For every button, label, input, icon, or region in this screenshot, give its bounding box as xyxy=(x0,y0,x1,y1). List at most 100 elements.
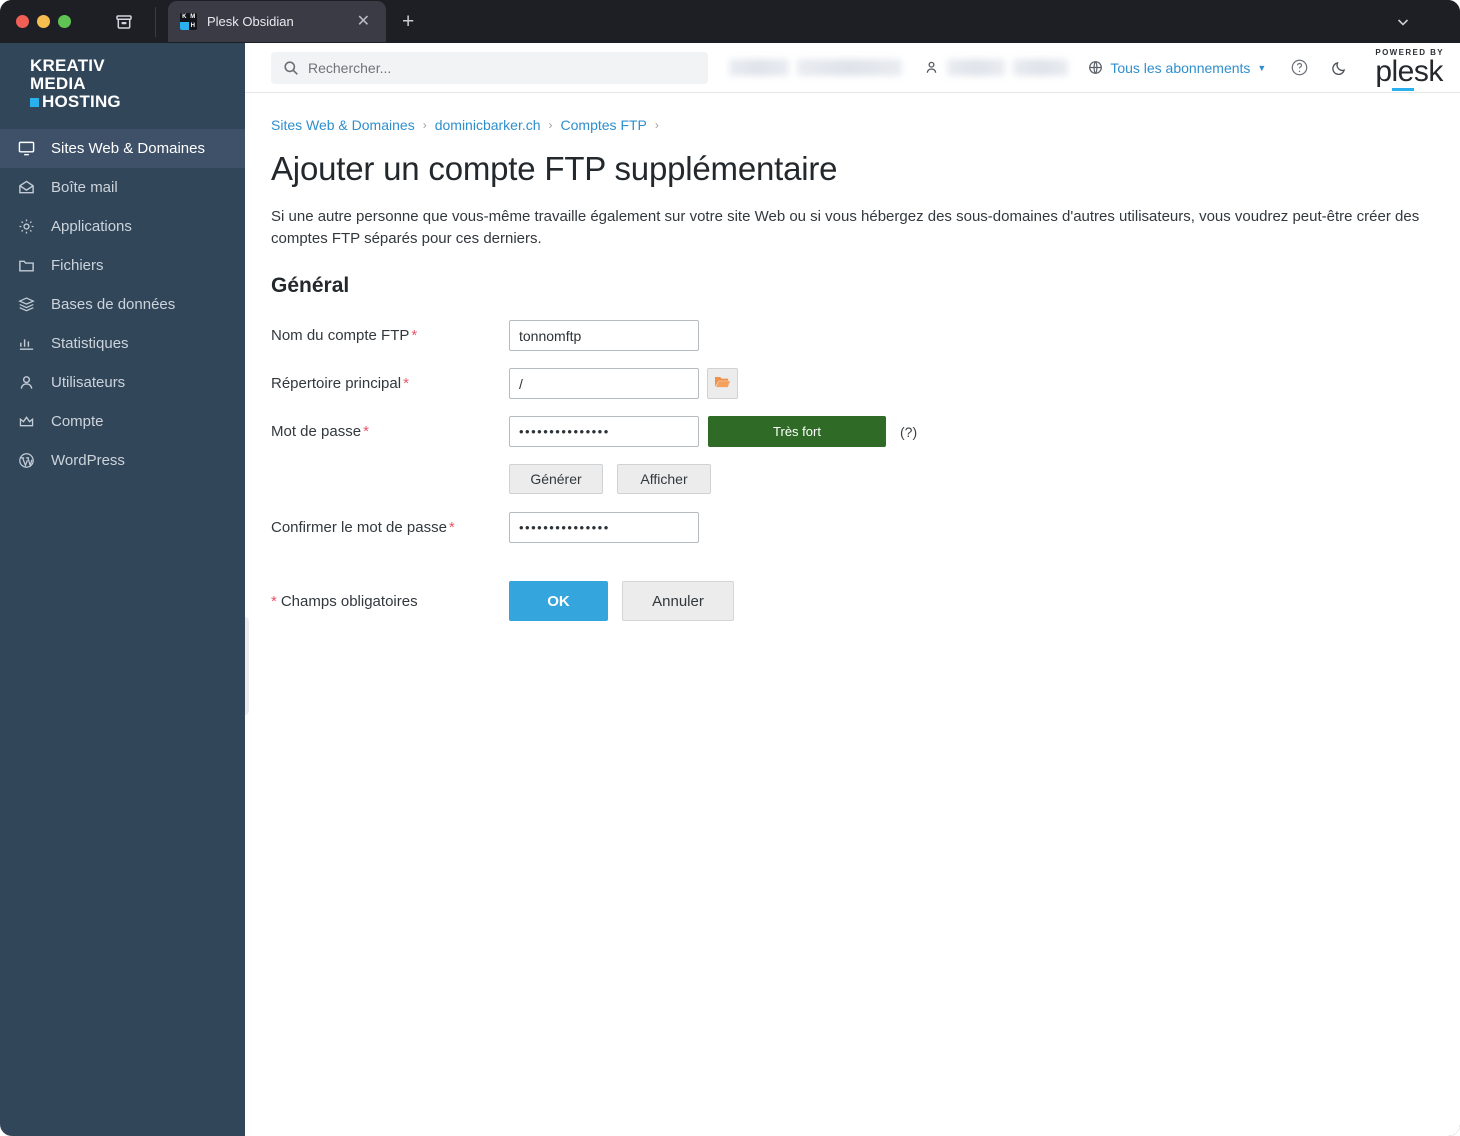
breadcrumb-separator: › xyxy=(548,118,553,132)
browser-tab[interactable]: K M H Plesk Obsidian ✕ xyxy=(168,1,386,42)
password-strength-badge: Très fort xyxy=(708,416,886,447)
label-text: Mot de passe xyxy=(271,423,362,440)
sidebar-item-label: Boîte mail xyxy=(51,179,118,196)
cancel-button[interactable]: Annuler xyxy=(622,581,734,621)
search-box[interactable] xyxy=(271,51,708,84)
search-input[interactable] xyxy=(308,59,696,76)
show-password-button[interactable]: Afficher xyxy=(617,464,711,494)
ok-button[interactable]: OK xyxy=(509,581,608,621)
maximize-window-button[interactable] xyxy=(58,15,71,28)
favicon-k: K xyxy=(182,14,187,20)
browse-directory-button[interactable] xyxy=(707,368,738,399)
form-row-confirm-password: Confirmer le mot de passe * xyxy=(271,512,1430,543)
window-controls xyxy=(0,15,71,28)
content-area: Tous les abonnements ▼ POWE xyxy=(245,43,1460,1136)
brand-line-3: HOSTING xyxy=(42,92,121,111)
favicon-h: H xyxy=(190,22,195,29)
sidebar-item-fichiers[interactable]: Fichiers xyxy=(0,246,245,285)
sidebar-item-label: Utilisateurs xyxy=(51,374,126,391)
mandatory-fields-note: * Champs obligatoires xyxy=(271,593,509,610)
breadcrumb-separator: › xyxy=(654,118,659,132)
form-row-password: Mot de passe* Très fort (?) xyxy=(271,416,1430,447)
label-home-directory: Répertoire principal * xyxy=(271,375,509,392)
sidebar-item-label: Applications xyxy=(51,218,132,235)
sidebar-collapse-handle[interactable]: ‹ xyxy=(245,616,249,716)
password-actions: Générer Afficher xyxy=(509,464,1430,494)
close-icon[interactable]: ✕ xyxy=(353,12,374,32)
confirm-password-input[interactable] xyxy=(509,512,699,543)
question-circle-icon[interactable] xyxy=(1290,58,1309,77)
plesk-logo: POWERED BY plesk xyxy=(1375,49,1444,91)
brand-blue-square-icon xyxy=(30,97,39,107)
breadcrumb: Sites Web & Domaines › dominicbarker.ch … xyxy=(271,117,1430,133)
globe-icon xyxy=(1088,60,1103,75)
chevron-down-icon[interactable] xyxy=(1394,13,1412,31)
breadcrumb-item-comptes-ftp[interactable]: Comptes FTP xyxy=(561,117,647,133)
sidebar-item-label: Compte xyxy=(51,413,104,430)
redacted-label-2 xyxy=(797,59,903,76)
sidebar-item-sites-web-domaines[interactable]: Sites Web & Domaines xyxy=(0,129,245,168)
required-marker: * xyxy=(448,519,455,536)
label-text: Nom du compte FTP xyxy=(271,327,410,344)
tab-title: Plesk Obsidian xyxy=(207,14,294,29)
close-window-button[interactable] xyxy=(16,15,29,28)
tab-favicon-icon: K M H xyxy=(180,13,197,30)
required-marker: * xyxy=(271,592,277,610)
chevron-down-icon: ▼ xyxy=(1257,62,1267,73)
plus-icon[interactable]: + xyxy=(402,11,414,32)
person-icon xyxy=(924,60,939,75)
password-input[interactable] xyxy=(509,416,699,447)
label-text: Confirmer le mot de passe xyxy=(271,519,447,536)
required-marker: * xyxy=(411,327,418,344)
folder-icon xyxy=(15,257,37,274)
home-directory-input[interactable] xyxy=(509,368,699,399)
password-help-link[interactable]: (?) xyxy=(900,424,917,440)
sidebar: KREATIV MEDIA HOSTING Sites Web & Domain… xyxy=(0,43,245,1136)
sidebar-item-boite-mail[interactable]: Boîte mail xyxy=(0,168,245,207)
bar-chart-icon xyxy=(15,335,37,352)
sidebar-item-statistiques[interactable]: Statistiques xyxy=(0,324,245,363)
sidebar-item-label: WordPress xyxy=(51,452,125,469)
plesk-wordmark-pre: p xyxy=(1375,55,1392,88)
minimize-window-button[interactable] xyxy=(37,15,50,28)
brand-logo[interactable]: KREATIV MEDIA HOSTING xyxy=(0,43,245,125)
label-confirm-password: Confirmer le mot de passe * xyxy=(271,519,509,536)
password-strength-label: Très fort xyxy=(773,424,821,439)
breadcrumb-separator: › xyxy=(422,118,427,132)
subscriptions-selector[interactable]: Tous les abonnements ▼ xyxy=(1088,60,1266,76)
redacted-user-2 xyxy=(1013,59,1069,76)
database-stack-icon xyxy=(15,296,37,313)
redacted-user-1 xyxy=(947,59,1006,76)
sidebar-item-applications[interactable]: Applications xyxy=(0,207,245,246)
sidebar-item-wordpress[interactable]: WordPress xyxy=(0,441,245,480)
wordpress-icon xyxy=(15,452,37,469)
sidebar-item-bases-de-donnees[interactable]: Bases de données xyxy=(0,285,245,324)
mandatory-fields-text: Champs obligatoires xyxy=(280,592,418,610)
section-title-general: Général xyxy=(271,274,350,297)
search-icon xyxy=(283,60,299,76)
topbar: Tous les abonnements ▼ POWE xyxy=(245,43,1460,93)
browser-window: K M H Plesk Obsidian ✕ + KREATIV MEDIA H… xyxy=(0,0,1460,1136)
plesk-wordmark: plesk xyxy=(1375,55,1444,91)
brand-line-1: KREATIV xyxy=(30,56,105,75)
favicon-m: M xyxy=(190,14,196,20)
sidebar-item-utilisateurs[interactable]: Utilisateurs xyxy=(0,363,245,402)
gear-icon xyxy=(15,218,37,235)
sidebar-item-label: Fichiers xyxy=(51,257,104,274)
ftp-name-input[interactable] xyxy=(509,320,699,351)
required-marker: * xyxy=(363,423,369,440)
page-title: Ajouter un compte FTP supplémentaire xyxy=(271,150,838,187)
moon-icon[interactable] xyxy=(1331,59,1349,77)
sidebar-item-label: Bases de données xyxy=(51,296,176,313)
plesk-wordmark-post: sk xyxy=(1413,55,1444,88)
required-marker: * xyxy=(403,375,409,392)
breadcrumb-item-sites-web-domaines[interactable]: Sites Web & Domaines xyxy=(271,117,415,133)
breadcrumb-item-domain[interactable]: dominicbarker.ch xyxy=(435,117,541,133)
envelope-icon xyxy=(15,179,37,196)
monitor-icon xyxy=(15,140,37,157)
generate-password-button[interactable]: Générer xyxy=(509,464,603,494)
page-body: ‹ Sites Web & Domaines › dominicbarker.c… xyxy=(245,93,1460,1136)
redacted-label-1 xyxy=(729,59,790,76)
sidebar-item-compte[interactable]: Compte xyxy=(0,402,245,441)
tab-archive-icon[interactable] xyxy=(113,11,135,33)
